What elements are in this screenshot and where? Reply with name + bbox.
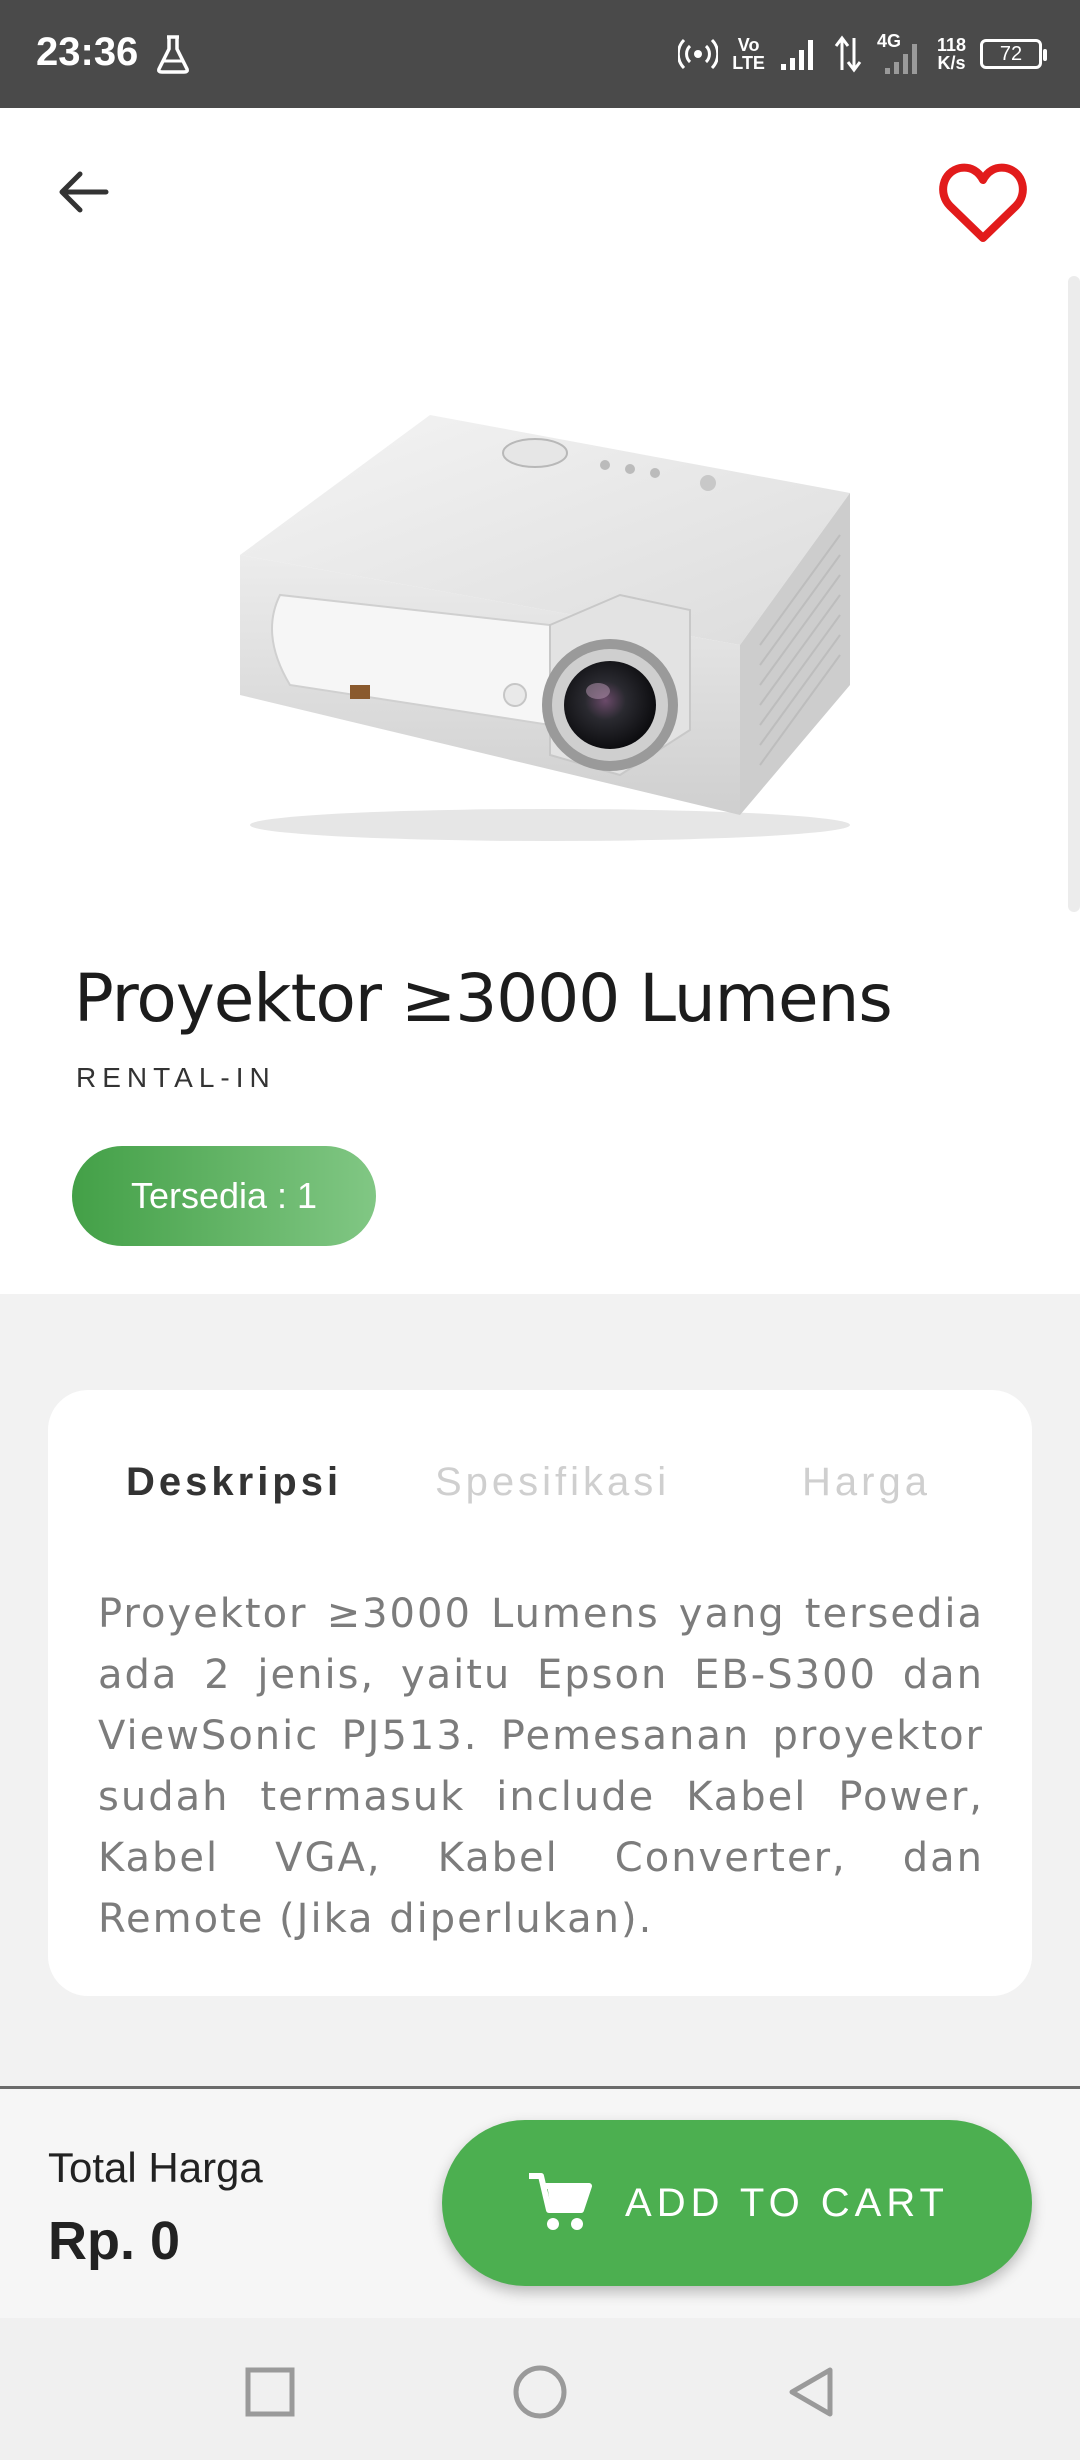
battery-icon: 72 bbox=[980, 39, 1047, 69]
product-title: Proyektor ≥3000 Lumens bbox=[74, 960, 893, 1037]
home-icon[interactable] bbox=[510, 2362, 570, 2422]
scroll-indicator[interactable] bbox=[1068, 276, 1080, 912]
vendor-name: RENTAL-IN bbox=[76, 1062, 276, 1093]
heart-icon[interactable] bbox=[938, 160, 1028, 246]
back-nav-icon[interactable] bbox=[780, 2362, 840, 2422]
status-bar: 23:36 Vo LTE 4G 118 K/s 72 bbox=[0, 0, 1080, 108]
description-text: Proyektor ≥3000 Lumens yang tersedia ada… bbox=[98, 1591, 984, 1942]
hotspot-icon bbox=[678, 38, 719, 70]
network-speed: 118 K/s bbox=[936, 35, 966, 73]
back-arrow-icon[interactable] bbox=[52, 160, 116, 224]
add-to-cart-label: ADD TO CART bbox=[625, 2180, 949, 2225]
signal-4g-icon: 4G bbox=[877, 32, 923, 76]
volte-indicator: Vo LTE bbox=[732, 35, 765, 73]
tab-harga[interactable]: Harga bbox=[802, 1460, 931, 1505]
signal-icon bbox=[780, 40, 813, 70]
tab-deskripsi[interactable]: Deskripsi bbox=[126, 1460, 342, 1505]
total-price-value: Rp. 0 bbox=[48, 2211, 181, 2271]
add-to-cart-button[interactable]: ADD TO CART bbox=[442, 2120, 1032, 2286]
flask-icon bbox=[157, 35, 189, 74]
stock-badge: Tersedia : 1 bbox=[72, 1146, 376, 1246]
status-time: 23:36 bbox=[36, 30, 139, 74]
status-icons: Vo LTE 4G 118 K/s 72 bbox=[678, 24, 1047, 84]
data-arrows-icon bbox=[834, 35, 862, 73]
tab-spesifikasi[interactable]: Spesifikasi bbox=[435, 1460, 670, 1505]
cart-icon bbox=[529, 2173, 593, 2230]
total-price-label: Total Harga bbox=[48, 2144, 263, 2191]
tab-bar: Deskripsi Spesifikasi Harga bbox=[48, 1460, 1032, 1520]
system-nav-bar bbox=[0, 2318, 1080, 2460]
details-card: Deskripsi Spesifikasi Harga Proyektor ≥3… bbox=[48, 1390, 1032, 1996]
product-image bbox=[240, 415, 850, 841]
recents-icon[interactable] bbox=[240, 2362, 300, 2422]
